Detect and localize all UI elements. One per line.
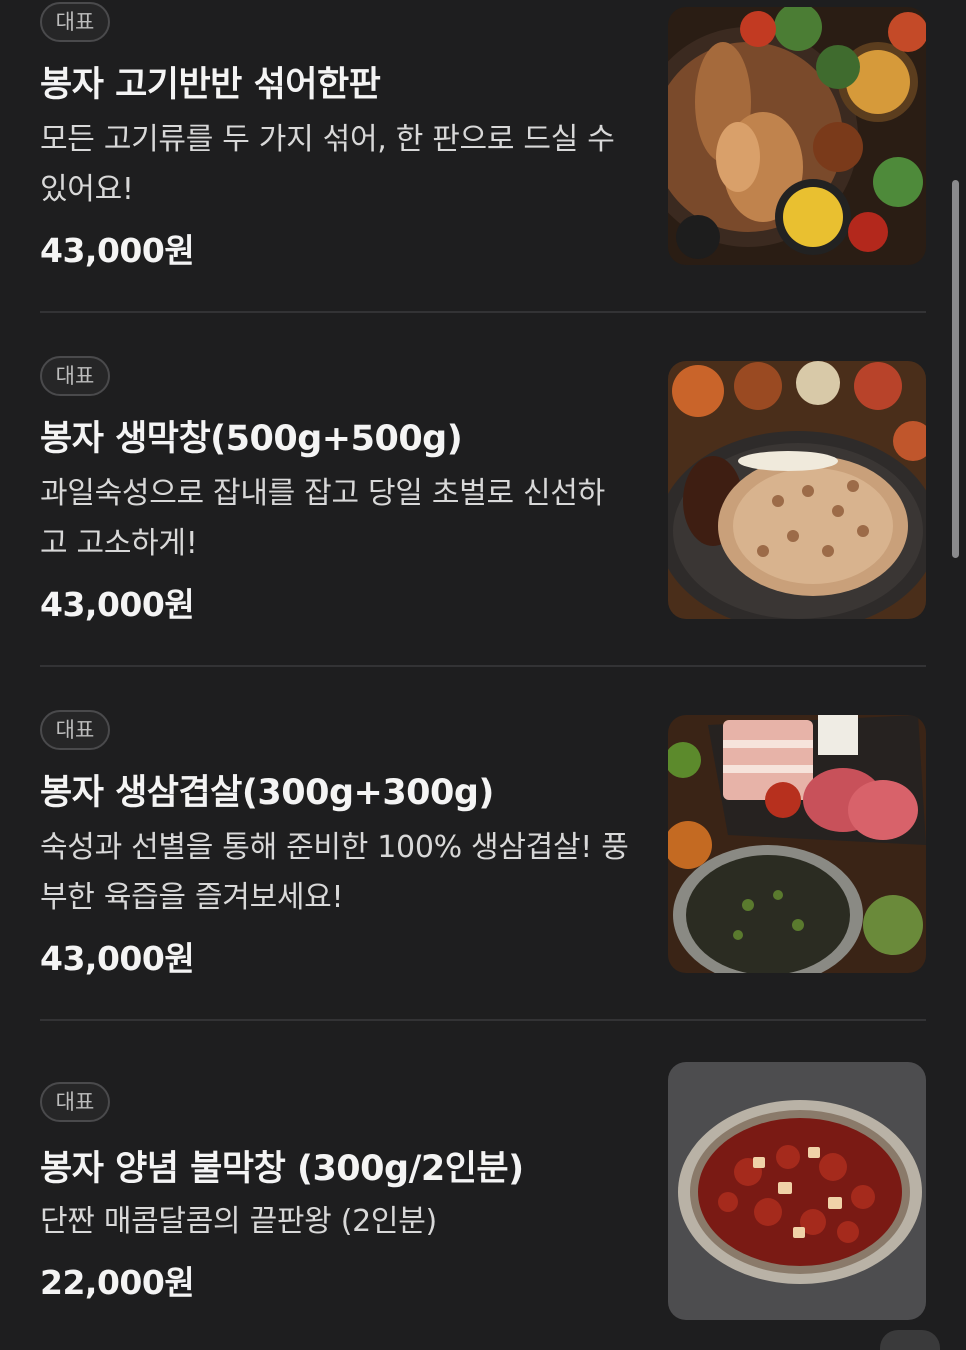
pork-belly-photo[interactable] — [668, 715, 926, 973]
menu-item[interactable]: 대표 봉자 생막창(500g+500g) 과일숙성으로 잡내를 잡고 당일 초벌… — [40, 354, 926, 654]
menu-list: 대표 봉자 고기반반 섞어한판 모든 고기류를 두 가지 섞어, 한 판으로 드… — [0, 0, 966, 1342]
menu-item-title: 봉자 고기반반 섞어한판 — [40, 65, 381, 105]
divider — [40, 311, 926, 313]
menu-item[interactable]: 대표 봉자 생삼겹살(300g+300g) 숙성과 선별을 통해 준비한 100… — [40, 708, 926, 1008]
badge-representative: 대표 — [40, 1082, 110, 1122]
badge-representative: 대표 — [40, 710, 110, 750]
menu-item[interactable]: 대표 봉자 고기반반 섞어한판 모든 고기류를 두 가지 섞어, 한 판으로 드… — [40, 0, 926, 300]
menu-item-description: 과일숙성으로 잡내를 잡고 당일 초벌로 신선하고 고소하게! — [40, 476, 605, 561]
menu-item-title: 봉자 생막창(500g+500g) — [40, 419, 463, 459]
divider — [40, 665, 926, 667]
menu-item-title: 봉자 양념 불막창 (300g/2인분) — [40, 1149, 524, 1189]
grilled-meat-platter-photo[interactable] — [668, 7, 926, 265]
badge-representative: 대표 — [40, 356, 110, 396]
menu-item-price: 43,000원 — [40, 231, 195, 270]
menu-item-description: 모든 고기류를 두 가지 섞어, 한 판으로 드실 수 있어요! — [40, 122, 615, 207]
menu-item-description: 숙성과 선별을 통해 준비한 100% 생삼겹살! 풍부한 육즙을 즐겨보세요! — [40, 830, 629, 915]
menu-item-title: 봉자 생삼겹살(300g+300g) — [40, 773, 494, 813]
menu-item-price: 43,000원 — [40, 939, 195, 978]
menu-item-price: 43,000원 — [40, 585, 195, 624]
floating-button-edge[interactable] — [880, 1330, 940, 1350]
spicy-makchang-photo[interactable] — [668, 1062, 926, 1320]
raw-makchang-photo[interactable] — [668, 361, 926, 619]
menu-item-description: 단짠 매콤달콤의 끝판왕 (2인분) — [40, 1204, 437, 1239]
divider — [40, 1019, 926, 1021]
scrollbar[interactable] — [952, 180, 959, 558]
badge-representative: 대표 — [40, 2, 110, 42]
menu-item[interactable]: 대표 봉자 양념 불막창 (300g/2인분) 단짠 매콤달콤의 끝판왕 (2인… — [40, 1062, 926, 1342]
menu-item-price: 22,000원 — [40, 1263, 195, 1302]
